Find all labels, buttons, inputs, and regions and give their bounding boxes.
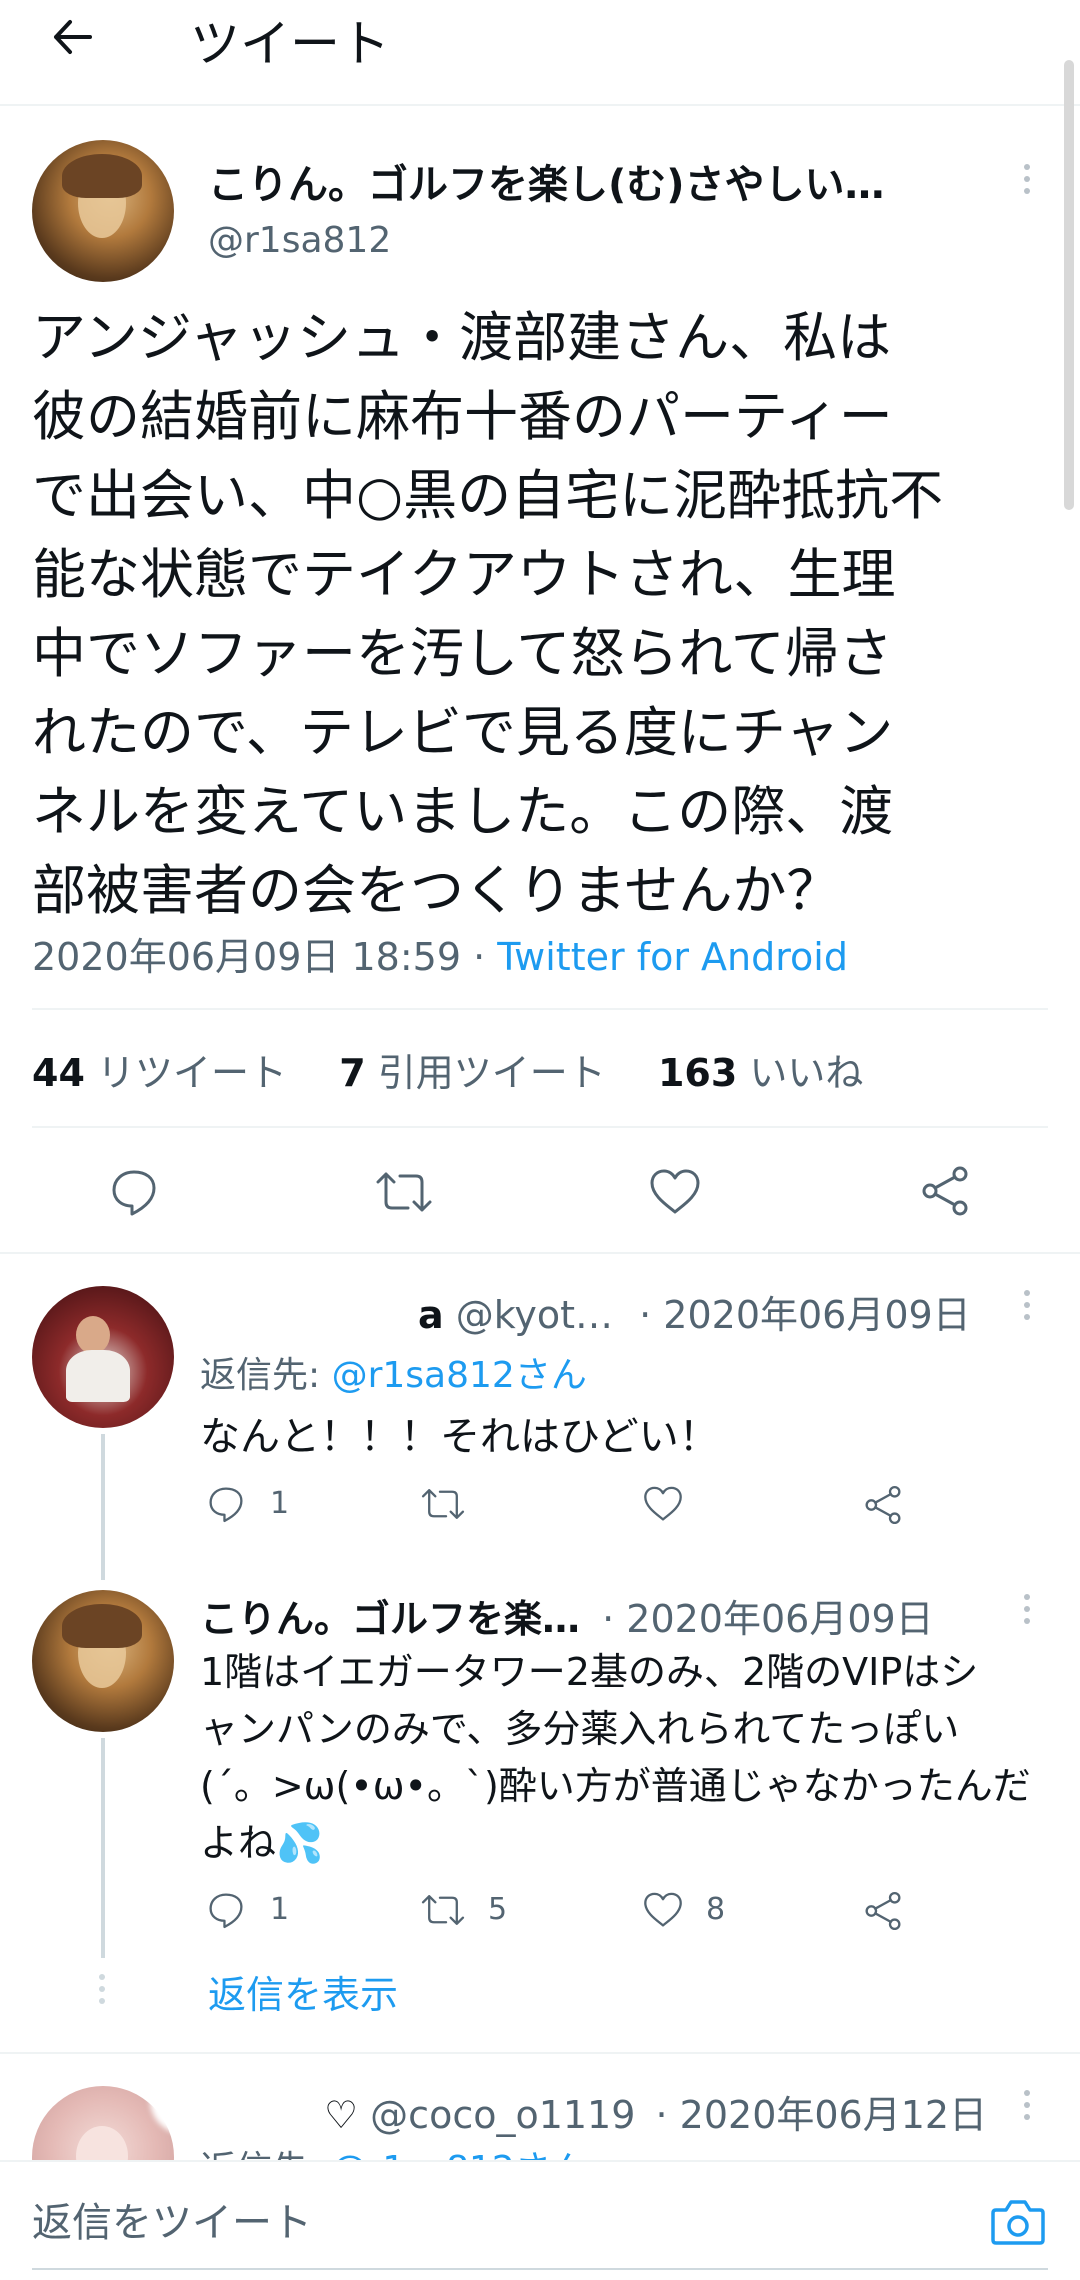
reply-count: 1 <box>270 1486 290 1521</box>
tweet-text-line: 能な状態でテイクアウトされ、生理 <box>32 543 896 606</box>
reply-text: 1階はイエガータワー2基のみ、2階のVIPはシ ャンパンのみで、多分薬入れられて… <box>200 1644 1031 1872</box>
retweet-count: 5 <box>488 1892 508 1927</box>
reply-author-name[interactable]: ♡ <box>324 2093 358 2137</box>
author-avatar[interactable] <box>32 140 174 282</box>
back-arrow-icon[interactable] <box>48 12 98 62</box>
reply-author-handle[interactable]: @kyot… <box>456 1293 613 1337</box>
reply-icon[interactable] <box>108 1166 160 1218</box>
retweet-stat[interactable]: 44 リツイート <box>32 1051 287 1095</box>
reply-author-handle[interactable]: @coco_o1119 <box>370 2093 635 2137</box>
author-name[interactable]: こりん。ゴルフを楽し(む)さやしい… <box>208 152 885 210</box>
reply-avatar[interactable] <box>32 1590 174 1732</box>
reply-text-line: ャンパンのみで、多分薬入れられてたっぽい <box>200 1707 960 1751</box>
more-replies-dots-icon <box>99 1974 105 2010</box>
like-icon[interactable] <box>648 1166 702 1218</box>
reply-avatar[interactable] <box>32 1286 174 1428</box>
reply-icon[interactable] <box>206 1484 246 1524</box>
reply-author-name[interactable]: こりん。ゴルフを楽… <box>200 1597 580 1641</box>
header: ツイート <box>0 0 1080 104</box>
thread-line <box>101 1434 105 1580</box>
reply-header: ♡ @coco_o1119 · 2020年06月12日 <box>324 2084 987 2139</box>
share-icon[interactable] <box>862 1890 904 1932</box>
show-replies-link[interactable]: 返信を表示 <box>208 1964 398 2019</box>
author-handle[interactable]: @r1sa812 <box>208 220 391 261</box>
tweet-stats: 44 リツイート 7 引用ツイート 163 いいね <box>32 1042 863 1097</box>
reply-text-line: よね💦 <box>200 1821 324 1865</box>
retweet-icon[interactable] <box>420 1890 466 1930</box>
tweet-text-line: で出会い、中○黒の自宅に泥酔抵抗不 <box>32 464 944 527</box>
share-icon[interactable] <box>918 1164 972 1218</box>
reply-header: こりん。ゴルフを楽… · 2020年06月09日 <box>200 1588 934 1643</box>
reply-composer-input[interactable]: 返信をツイート <box>32 2190 312 2248</box>
tweet-text-line: れたので、テレビで見る度にチャン <box>32 701 894 764</box>
divider <box>32 1126 1048 1128</box>
more-options-icon[interactable] <box>1024 164 1030 200</box>
reply-author-name[interactable]: a <box>418 1293 444 1337</box>
reply-date[interactable]: · 2020年06月12日 <box>656 2093 988 2137</box>
tweet-meta: 2020年06月09日 18:59 · Twitter for Android <box>32 926 848 981</box>
page-title: ツイート <box>190 15 390 73</box>
tweet-text-line: 部被害者の会をつくりませんか？ <box>32 859 841 922</box>
more-options-icon[interactable] <box>1024 1594 1030 1630</box>
reply-date[interactable]: · 2020年06月09日 <box>639 1293 971 1337</box>
reply-count: 1 <box>270 1892 290 1927</box>
reply-text-line: (´。>ω(•ω•。`)酔い方が普通じゃなかったんだ <box>200 1764 1031 1808</box>
more-options-icon[interactable] <box>1024 2090 1030 2126</box>
tweet-text-line: アンジャッシュ・渡部建さん、私は <box>32 306 892 369</box>
reply-text-line: なんと！！！それはひどい！ <box>200 1414 719 1460</box>
tweet-text-line: ネルを変えていました。この際、渡 <box>32 780 894 843</box>
reply-to: 返信先: @r1sa812さん <box>200 1346 587 1398</box>
like-count: 8 <box>706 1892 726 1927</box>
reply-icon[interactable] <box>206 1890 246 1930</box>
share-icon[interactable] <box>862 1484 904 1526</box>
composer-bar: 返信をツイート <box>0 2160 1080 2280</box>
tweet-timestamp[interactable]: 2020年06月09日 18:59 · <box>32 935 497 979</box>
reply-to-handle[interactable]: @r1sa812さん <box>332 1355 587 1396</box>
more-options-icon[interactable] <box>1024 1290 1030 1326</box>
tweet-text-line: 彼の結婚前に麻布十番のパーティー <box>32 385 893 448</box>
reply-text-line: 1階はイエガータワー2基のみ、2階のVIPはシ <box>200 1650 979 1694</box>
tweet-source[interactable]: Twitter for Android <box>497 935 848 979</box>
like-icon[interactable] <box>642 1890 684 1930</box>
retweet-icon[interactable] <box>420 1484 466 1524</box>
divider <box>32 1008 1048 1010</box>
like-stat[interactable]: 163 いいね <box>658 1051 863 1095</box>
like-icon[interactable] <box>642 1484 684 1524</box>
header-divider <box>0 104 1080 106</box>
redaction-mark <box>150 2064 340 2134</box>
thread-line <box>101 1738 105 1958</box>
camera-icon[interactable] <box>990 2196 1046 2246</box>
reply-to-label: 返信先: <box>200 1355 321 1396</box>
quote-stat[interactable]: 7 引用ツイート <box>339 1051 606 1095</box>
tweet-text-line: 中でソファーを汚して怒られて帰さ <box>32 622 893 685</box>
section-divider <box>0 2052 1080 2054</box>
tweet-text: アンジャッシュ・渡部建さん、私は 彼の結婚前に麻布十番のパーティー で出会い、中… <box>32 298 1072 930</box>
section-divider <box>0 1252 1080 1254</box>
reply-date[interactable]: · 2020年06月09日 <box>602 1597 934 1641</box>
reply-text: なんと！！！それはひどい！ <box>200 1404 719 1462</box>
retweet-icon[interactable] <box>374 1166 434 1218</box>
bottom-divider <box>32 2268 1048 2270</box>
reply-header: a @kyot… · 2020年06月09日 <box>208 1284 971 1339</box>
